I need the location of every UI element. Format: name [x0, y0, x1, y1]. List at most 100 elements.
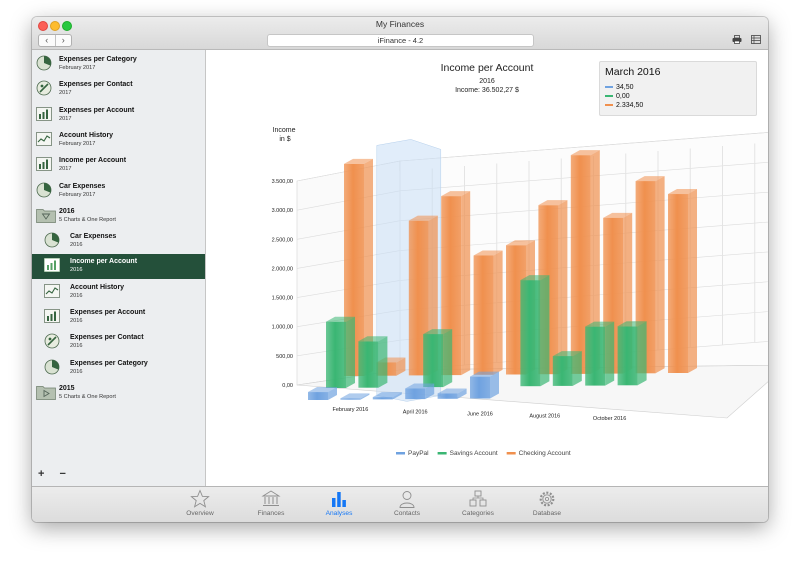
sidebar-item-subtitle: 2016: [70, 368, 83, 375]
sidebar-item-title: Expenses per Contact: [59, 81, 133, 89]
tab-label: Categories: [462, 510, 494, 517]
sidebar-item[interactable]: Income per Account 2017: [32, 153, 205, 178]
sidebar-item[interactable]: Car Expenses February 2017: [32, 179, 205, 204]
sidebar-item[interactable]: Expenses per Account 2016: [32, 305, 205, 330]
sidebar: Expenses per Category February 2017 Expens…: [32, 50, 206, 486]
contact-chart-icon: [36, 80, 52, 96]
sidebar-item-title: Car Expenses: [70, 233, 117, 241]
x-tick-label: April 2016: [403, 409, 428, 415]
legend-swatch: [605, 94, 613, 98]
person-icon: [381, 489, 433, 509]
tab-label: Overview: [186, 510, 214, 517]
legend-swatch: [506, 452, 516, 455]
bar-paypal: [340, 393, 370, 400]
bar-side: [540, 275, 550, 387]
selection-legend-row: 34,50: [605, 84, 634, 91]
legend-label: Checking Account: [519, 450, 571, 457]
bar-chart-icon: [44, 308, 60, 324]
y-tick-label: 0,00: [282, 383, 293, 389]
sidebar-item-subtitle: 2016: [70, 267, 83, 274]
bar-side: [461, 191, 471, 376]
chart-subtitle: 2016: [479, 78, 495, 85]
sidebar-item-subtitle: 2016: [70, 292, 83, 299]
bar-front: [470, 376, 490, 399]
sidebar-item-title: Expenses per Category: [59, 56, 137, 63]
sidebar-item-subtitle: 5 Charts & One Report: [59, 393, 116, 400]
bar-paypal: [308, 387, 337, 400]
bar-side: [443, 329, 453, 388]
bar-front: [358, 341, 379, 388]
sidebar-item[interactable]: Expenses per Contact 2016: [32, 330, 205, 355]
sidebar-item[interactable]: Expenses per Contact 2017: [32, 77, 205, 102]
bar-front: [423, 334, 444, 388]
list-icon[interactable]: [751, 35, 761, 46]
sidebar-item-title: 2016: [59, 207, 75, 215]
sidebar-item-subtitle: 2016: [70, 318, 83, 324]
sidebar-item-subtitle: February 2017: [59, 191, 96, 198]
sidebar-footer: + −: [38, 468, 78, 480]
tab-categories[interactable]: Categories: [452, 489, 504, 522]
sidebar-item[interactable]: Expenses per Category February 2017: [32, 52, 205, 77]
bar-front: [340, 398, 361, 400]
y-axis-label-unit: in $: [279, 136, 290, 143]
selection-legend-value: 34,50: [616, 84, 634, 91]
y-tick-label: 2.000,00: [272, 266, 293, 272]
x-tick-label: October 2016: [593, 416, 626, 422]
selection-legend-row: 0,00: [605, 93, 630, 100]
sidebar-item[interactable]: 2016 5 Charts & One Report: [32, 204, 205, 229]
bar-paypal: [470, 371, 499, 399]
bar-front: [437, 393, 458, 399]
bar-side: [378, 336, 388, 388]
x-tick-label: August 2016: [529, 414, 560, 420]
sidebar-item-title: Expenses per Contact: [70, 334, 144, 342]
legend-swatch: [605, 85, 613, 89]
folder-open-icon: [36, 207, 56, 223]
sidebar-item[interactable]: Car Expenses 2016: [32, 229, 205, 254]
legend-swatch: [437, 452, 447, 455]
selection-legend: March 2016 34,50 0,00 2.334,50: [599, 61, 757, 116]
tab-finances[interactable]: Finances: [245, 489, 297, 522]
bar-side: [655, 176, 665, 374]
bar-front: [585, 326, 606, 386]
selection-legend-row: 2.334,50: [605, 102, 643, 109]
tab-contacts[interactable]: Contacts: [381, 489, 433, 522]
bar-front: [668, 194, 688, 373]
folder-icon: [36, 384, 56, 400]
legend-swatch: [605, 103, 613, 107]
sidebar-item-subtitle: 2017: [59, 115, 72, 122]
sidebar-item-subtitle: 5 Charts & One Report: [59, 216, 116, 223]
sidebar-item[interactable]: Income per Account 2016: [32, 254, 205, 280]
printer-icon[interactable]: [732, 35, 742, 46]
y-tick-label: 1.000,00: [272, 325, 293, 331]
add-button[interactable]: +: [38, 468, 44, 480]
sidebar-item[interactable]: 2015 5 Charts & One Report: [32, 381, 205, 406]
tab-analyses[interactable]: Analyses: [313, 489, 365, 522]
chart-total: Income: 36.502,27 $: [455, 87, 519, 94]
remove-button[interactable]: −: [60, 468, 66, 480]
bar-savings-account: [358, 336, 388, 388]
sidebar-item[interactable]: Expenses per Account 2017: [32, 103, 205, 128]
sidebar-item[interactable]: Account History February 2017: [32, 128, 205, 153]
sidebar-item-subtitle: February 2017: [59, 140, 96, 147]
back-button[interactable]: ‹: [39, 35, 56, 46]
chart-area: Income per Account 2016 Income: 36.502,27 …: [206, 50, 768, 486]
sidebar-item-title: Car Expenses: [59, 182, 106, 190]
selection-legend-value: 0,00: [616, 93, 630, 100]
bar-side: [558, 200, 568, 375]
legend-swatch: [396, 452, 405, 455]
address-bar[interactable]: iFinance - 4.2: [267, 34, 534, 47]
tab-overview[interactable]: Overview: [174, 489, 226, 522]
bar-savings-account: [552, 351, 582, 386]
tab-database[interactable]: Database: [521, 489, 573, 522]
selection-title: March 2016: [605, 66, 661, 78]
bar-front: [520, 280, 541, 387]
nav-buttons: ‹ ›: [38, 34, 72, 47]
title-bar: My Finances ‹ › iFinance - 4.2: [32, 17, 768, 50]
y-tick-label: 500,00: [276, 354, 293, 360]
bar-front: [308, 392, 328, 400]
forward-button[interactable]: ›: [56, 35, 72, 46]
sidebar-item[interactable]: Account History 2016: [32, 280, 205, 305]
x-tick-label: February 2016: [333, 407, 369, 413]
gear-icon: [521, 489, 573, 509]
sidebar-item[interactable]: Expenses per Category 2016: [32, 356, 205, 381]
